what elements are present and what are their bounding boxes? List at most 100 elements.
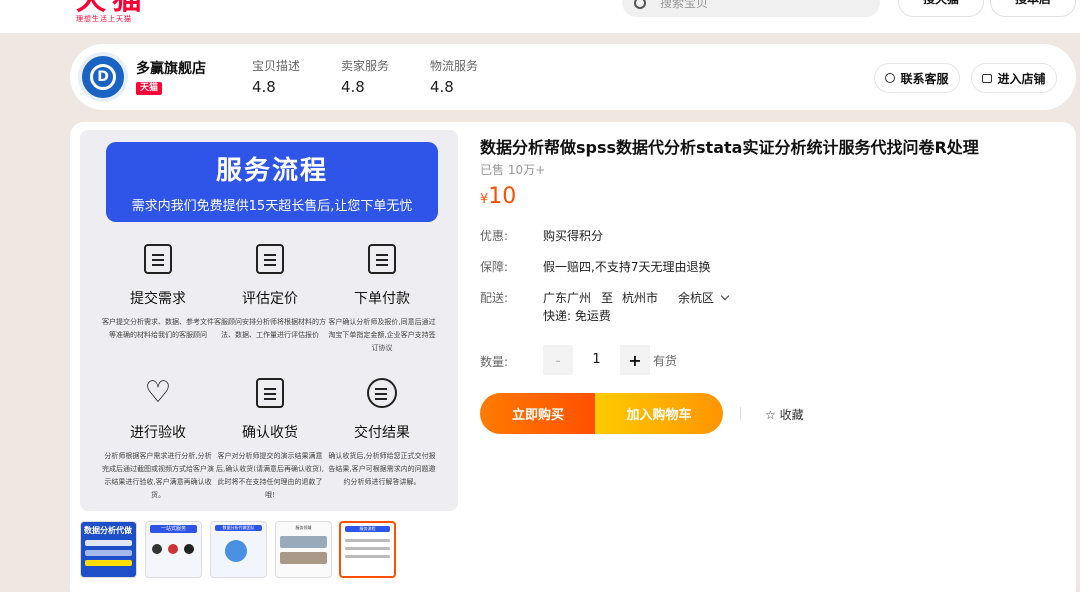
step-title: 提交需求 xyxy=(130,291,186,307)
thumbnail-label: 数据分析代做 xyxy=(84,526,132,535)
step-desc: 客服顾问安排分析师将根据材料的方法、数据、工作量进行评估报价 xyxy=(214,318,326,339)
receipt-check-icon xyxy=(256,378,284,408)
thumbnail-art xyxy=(152,544,162,554)
main-product-image[interactable]: 服务流程 需求内我们免费提供15天超长售后,让您下单无忧 提交需求 客户提交分析… xyxy=(80,130,458,511)
step-accept: ♡ 进行验收 分析师根据客户需求进行分析,分析完成后通过截图或视频方式给客户演示… xyxy=(102,378,214,502)
shop-avatar[interactable]: D xyxy=(78,52,128,102)
tmall-slogan: 理想生活上天猫 xyxy=(76,15,132,23)
promo-label: 优惠: xyxy=(480,229,509,243)
step-confirm: 确认收货 客户对分析师提交的演示结果满意后,确认收货(请满意后再确认收货),此时… xyxy=(214,378,326,502)
step-desc: 客户对分析师提交的演示结果满意后,确认收货(请满意后再确认收货),此时将不在支持… xyxy=(216,452,324,499)
list-check-icon xyxy=(367,378,397,408)
search-icon xyxy=(634,0,646,9)
rating-logistics: 物流服务 4.8 xyxy=(430,57,478,96)
step-evaluate: 评估定价 客服顾问安排分析师将根据材料的方法、数据、工作量进行评估报价 xyxy=(214,244,326,342)
contact-service-label: 联系客服 xyxy=(900,71,949,86)
shipping-to: 至 xyxy=(601,291,614,305)
thumbnail-art xyxy=(280,536,327,548)
add-to-cart-button[interactable]: 加入购物车 xyxy=(595,393,723,434)
step-desc: 确认收货后,分析师给您正式交付报告结果,客户可根据需求内的问题邀约分析师进行解答… xyxy=(328,452,436,486)
price-amount: 10 xyxy=(488,184,517,209)
enter-store-button[interactable]: 进入店铺 xyxy=(971,63,1057,93)
thumbnail-art xyxy=(345,539,390,542)
shipping-fee: 快递: 免运费 xyxy=(543,309,611,323)
favorite-button[interactable]: ☆ 收藏 xyxy=(765,406,804,423)
thumbnail-art xyxy=(168,544,178,554)
service-banner: 服务流程 需求内我们免费提供15天超长售后,让您下单无忧 xyxy=(106,142,438,222)
thumbnail-4[interactable]: 服务领域 xyxy=(275,521,332,578)
edit-doc-icon xyxy=(144,244,172,274)
shipping-destination-city[interactable]: 杭州市 xyxy=(622,289,658,306)
promo-value: 购买得积分 xyxy=(543,229,604,243)
step-title: 确认收货 xyxy=(242,425,298,441)
step-title: 评估定价 xyxy=(242,291,298,307)
rating-label: 卖家服务 xyxy=(341,59,390,73)
decrease-quantity-button[interactable]: - xyxy=(543,345,573,375)
step-title: 进行验收 xyxy=(130,425,186,441)
thumbnail-label: 一站式服务 xyxy=(160,526,186,532)
thumbnail-5[interactable]: 服务流程 xyxy=(339,521,396,578)
chat-icon xyxy=(885,73,896,83)
store-icon xyxy=(982,73,993,83)
buy-now-button[interactable]: 立即购买 xyxy=(480,393,596,434)
thumbnail-art xyxy=(225,540,247,562)
service-title: 服务流程 xyxy=(215,156,328,186)
chevron-down-icon xyxy=(720,291,730,301)
thumbnail-label: 服务流程 xyxy=(359,526,376,531)
rating-label: 物流服务 xyxy=(430,59,479,73)
rating-value: 4.8 xyxy=(430,78,454,96)
evaluate-icon xyxy=(256,244,284,274)
step-desc: 客户提交分析需求、数据、参考文件等准确的材料给我们的客服顾问 xyxy=(102,318,214,339)
increase-quantity-button[interactable]: + xyxy=(620,345,650,375)
thumbnail-art xyxy=(85,560,132,566)
thumbnail-3[interactable]: 数据分析代做团队 xyxy=(210,521,267,578)
thumbnail-1[interactable]: 数据分析代做 xyxy=(80,521,137,578)
thumbnail-2[interactable]: 一站式服务 xyxy=(145,521,202,578)
thumbnail-art xyxy=(345,555,390,558)
guarantee-value: 假一赔四,不支持7天无理由退换 xyxy=(543,260,711,274)
rating-label: 宝贝描述 xyxy=(252,59,301,73)
thumbnail-art xyxy=(85,540,132,546)
divider xyxy=(740,407,741,420)
top-header: 天猫 理想生活上天猫 搜索宝贝 搜天猫 搜本店 xyxy=(0,0,1080,33)
step-desc: 客户确认分析师及报价,同意后通过淘宝下单指定金额,企业客户支持签订协议 xyxy=(328,318,436,352)
thumbnail-label: 服务领域 xyxy=(295,525,312,530)
price: ¥10 xyxy=(480,184,516,209)
thumbnail-art xyxy=(280,552,327,564)
shipping-destination-selector[interactable]: 余杭区 xyxy=(678,289,730,306)
step-title: 下单付款 xyxy=(354,291,410,307)
checklist-icon xyxy=(368,244,396,274)
shipping-origin: 广东广州 xyxy=(543,291,592,305)
step-pay: 下单付款 客户确认分析师及报价,同意后通过淘宝下单指定金额,企业客户支持签订协议 xyxy=(326,244,438,355)
quantity-input[interactable]: 1 xyxy=(573,345,620,375)
stock-status: 有货 xyxy=(653,354,678,368)
step-submit: 提交需求 客户提交分析需求、数据、参考文件等准确的材料给我们的客服顾问 xyxy=(102,244,214,342)
tmall-logo[interactable]: 天猫 xyxy=(76,0,154,12)
thumbnail-art xyxy=(184,544,194,554)
shipping-label: 配送: xyxy=(480,291,509,305)
search-store-button[interactable]: 搜本店 xyxy=(990,0,1076,17)
thumbnail-art xyxy=(345,547,390,550)
search-tmall-button[interactable]: 搜天猫 xyxy=(898,0,984,17)
heart-icon: ♡ xyxy=(144,375,172,410)
step-deliver: 交付结果 确认收货后,分析师给您正式交付报告结果,客户可根据需求内的问题邀约分析… xyxy=(326,378,438,489)
quantity-label: 数量: xyxy=(480,355,509,369)
tmall-badge: 天猫 xyxy=(136,82,163,95)
search-input[interactable]: 搜索宝贝 xyxy=(622,0,880,17)
step-desc: 分析师根据客户需求进行分析,分析完成后通过截图或视频方式给客户演示结果进行验收,… xyxy=(102,452,214,499)
rating-service: 卖家服务 4.8 xyxy=(341,57,389,96)
rating-description: 宝贝描述 4.8 xyxy=(252,57,300,96)
service-subtitle: 需求内我们免费提供15天超长售后,让您下单无忧 xyxy=(131,199,413,214)
enter-store-label: 进入店铺 xyxy=(997,71,1046,86)
sold-count: 已售 10万+ xyxy=(480,163,546,177)
rating-value: 4.8 xyxy=(341,78,365,96)
product-title: 数据分析帮做spss数据代分析stata实证分析统计服务代找问卷R处理 xyxy=(480,138,979,157)
quantity-stepper: - 1 + xyxy=(543,345,650,375)
guarantee-label: 保障: xyxy=(480,260,509,274)
shop-name[interactable]: 多赢旗舰店 xyxy=(136,58,206,78)
contact-service-button[interactable]: 联系客服 xyxy=(874,63,960,93)
rating-value: 4.8 xyxy=(252,78,276,96)
shipping-district: 余杭区 xyxy=(678,291,715,305)
step-title: 交付结果 xyxy=(354,425,410,441)
shop-logo-icon: D xyxy=(90,64,116,90)
